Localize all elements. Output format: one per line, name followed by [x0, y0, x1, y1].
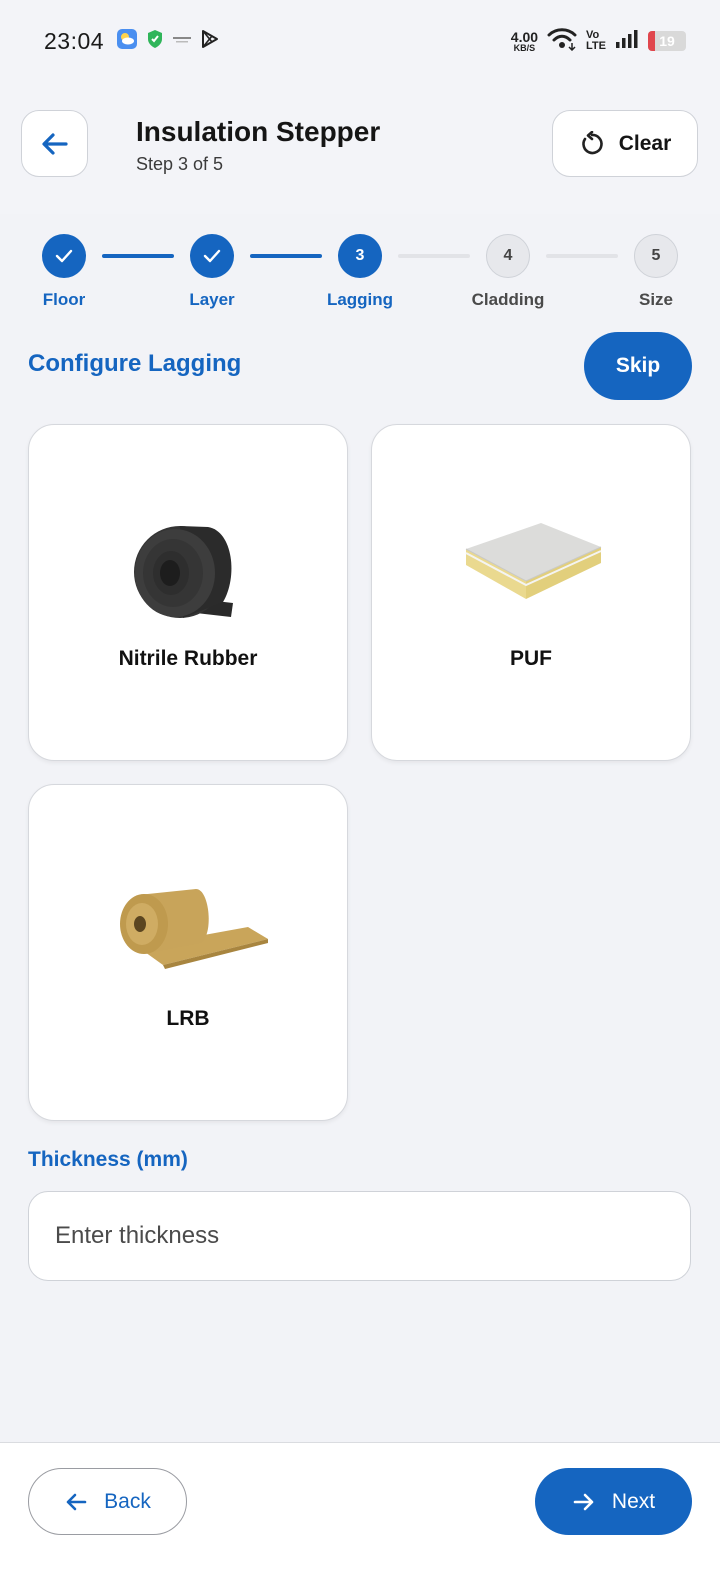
step-4-circle[interactable]: 4 — [486, 234, 530, 278]
step-connector-1 — [102, 254, 174, 258]
thickness-label: Thickness (mm) — [28, 1148, 188, 1171]
back-label: Back — [104, 1489, 151, 1513]
page-subtitle: Step 3 of 5 — [136, 154, 224, 174]
signal-icon — [615, 29, 639, 54]
next-button[interactable]: Next — [535, 1468, 692, 1535]
net-speed-unit: KB/S — [513, 42, 536, 53]
wifi-icon — [547, 27, 577, 56]
step-3-circle[interactable]: 3 — [338, 234, 382, 278]
lrb-roll-image — [29, 877, 347, 997]
title-block: Insulation Stepper Step 3 of 5 — [136, 116, 380, 175]
net-speed-value: 4.00 — [510, 28, 539, 45]
option-card-nitrile-rubber[interactable]: Nitrile Rubber — [28, 424, 348, 761]
step-connector-2 — [250, 254, 322, 258]
skip-button[interactable]: Skip — [584, 332, 692, 400]
status-time: 23:04 — [44, 27, 105, 54]
clear-label: Clear — [618, 131, 672, 155]
notification-icons — [116, 28, 220, 55]
next-label: Next — [611, 1489, 656, 1513]
app-icon — [172, 32, 192, 51]
battery-level — [648, 31, 656, 51]
step-5-label: Size — [638, 290, 674, 309]
step-connector-4 — [546, 254, 618, 258]
battery-percent: 19 — [659, 33, 675, 49]
step-1-circle[interactable] — [42, 234, 86, 278]
puf-panel-image — [372, 517, 690, 637]
step-3-label: Lagging — [326, 290, 394, 309]
arrow-right-icon — [573, 1493, 594, 1510]
progress-stepper: 3 4 5 Floor Layer Lagging Cladding Size — [0, 232, 720, 322]
arrow-left-icon — [41, 132, 68, 155]
battery-icon: 19 — [648, 31, 686, 51]
bottom-nav-bar: Back Next — [0, 1442, 720, 1570]
thickness-input[interactable] — [28, 1191, 691, 1281]
check-icon — [203, 249, 221, 263]
option-name: Nitrile Rubber — [118, 647, 258, 670]
volte-bottom: LTE — [586, 40, 606, 52]
option-name: PUF — [510, 647, 552, 670]
volte-indicator: Vo LTE — [586, 30, 606, 52]
play-store-icon — [200, 29, 220, 54]
page-title: Insulation Stepper — [136, 116, 381, 147]
clear-button[interactable]: Clear — [552, 110, 698, 177]
option-card-puf[interactable]: PUF — [371, 424, 691, 761]
step-connector-3 — [398, 254, 470, 258]
back-button[interactable]: Back — [28, 1468, 187, 1535]
weather-icon — [116, 28, 138, 55]
arrow-left-icon — [66, 1493, 87, 1510]
option-card-lrb[interactable]: LRB — [28, 784, 348, 1121]
app-header: Insulation Stepper Step 3 of 5 Clear — [0, 82, 720, 214]
status-bar: 23:04 4.00 KB/S Vo LTE 19 — [0, 0, 720, 82]
step-5-circle[interactable]: 5 — [634, 234, 678, 278]
rubber-roll-image — [29, 517, 347, 637]
shield-icon — [146, 29, 164, 54]
net-speed: 4.00 KB/S — [511, 30, 538, 53]
check-icon — [55, 249, 73, 263]
step-1-label: Floor — [42, 290, 86, 309]
step-4-label: Cladding — [471, 290, 545, 309]
step-2-label: Layer — [189, 290, 235, 309]
header-back-button[interactable] — [21, 110, 88, 177]
option-name: LRB — [166, 1007, 210, 1030]
system-icons: 4.00 KB/S Vo LTE 19 — [511, 27, 686, 56]
reset-icon — [581, 130, 603, 154]
step-2-circle[interactable] — [190, 234, 234, 278]
section-title: Configure Lagging — [28, 350, 242, 377]
